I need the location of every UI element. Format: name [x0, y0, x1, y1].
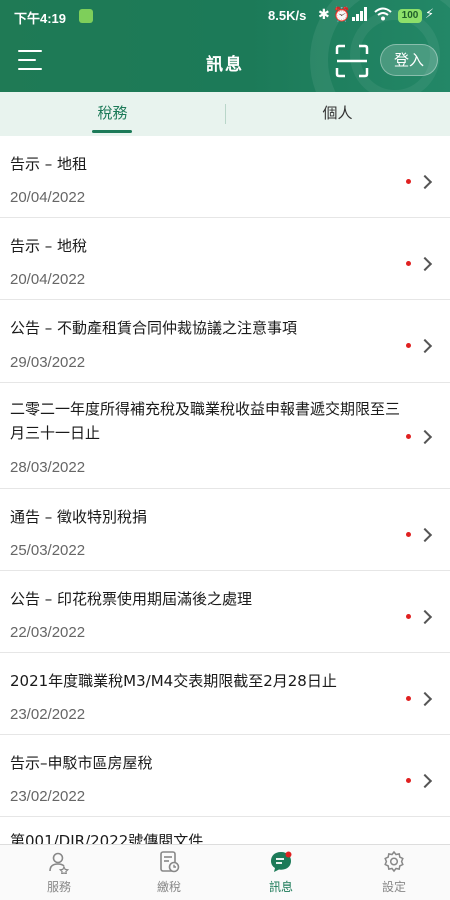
- message-date: 20/04/2022: [10, 189, 86, 206]
- message-title: 告示 – 地租: [10, 155, 88, 173]
- tax-payment-icon: [160, 851, 180, 873]
- message-date: 28/03/2022: [10, 459, 86, 476]
- unread-dot: [406, 434, 411, 439]
- tab-personal[interactable]: 個人: [225, 92, 450, 136]
- message-date: 23/02/2022: [10, 706, 86, 723]
- list-item[interactable]: 公告 – 不動產租賃合同仲裁協議之注意事項 29/03/2022: [0, 300, 450, 383]
- message-date: 25/03/2022: [10, 542, 86, 559]
- signal-icon: [352, 7, 368, 25]
- unread-dot: [406, 696, 411, 701]
- alarm-icon: ⏰: [333, 7, 351, 23]
- list-item[interactable]: 告示–申駁市區房屋稅 23/02/2022: [0, 735, 450, 817]
- chevron-right-icon: [417, 429, 433, 445]
- unread-dot: [406, 343, 411, 348]
- message-title: 通告 – 徵收特別稅捐: [10, 508, 148, 526]
- status-time: 下午4:19: [14, 11, 67, 26]
- message-date: 22/03/2022: [10, 624, 86, 641]
- message-title: 公告 – 印花稅票使用期屆滿後之處理: [10, 590, 253, 608]
- message-date: 20/04/2022: [10, 271, 86, 288]
- bottom-navigation: 服務 繳稅 訊息 設定: [0, 844, 450, 900]
- network-speed: 8.5K/s: [268, 8, 307, 23]
- tab-tax-label: 稅務: [97, 104, 128, 122]
- message-date: 29/03/2022: [10, 354, 86, 371]
- category-tabs: 稅務 個人: [0, 92, 450, 136]
- chevron-right-icon: [417, 773, 433, 789]
- notification-app-icon: [79, 9, 93, 23]
- tab-personal-label: 個人: [322, 104, 353, 122]
- battery-indicator: 100: [398, 9, 422, 23]
- list-item[interactable]: 第001/DIR/2022號傳閱文件: [0, 817, 450, 844]
- message-title: 2021年度職業稅M3/M4交表期限截至2月28日止: [10, 672, 337, 690]
- chevron-right-icon: [417, 174, 433, 190]
- message-title: 公告 – 不動產租賃合同仲裁協議之注意事項: [10, 319, 298, 337]
- charging-icon: ⚡: [425, 7, 435, 22]
- message-title: 告示–申駁市區房屋稅: [10, 754, 153, 772]
- chevron-right-icon: [417, 256, 433, 272]
- status-bar: 下午4:19 8.5K/s ✱ ⏰ 100 ⚡: [0, 0, 450, 32]
- nav-services[interactable]: 服務: [3, 845, 115, 900]
- message-list[interactable]: 告示 – 地租 20/04/2022 告示 – 地稅 20/04/2022 公告…: [0, 136, 450, 844]
- unread-dot: [406, 532, 411, 537]
- chevron-right-icon: [417, 338, 433, 354]
- person-service-icon: [49, 852, 70, 874]
- nav-label: 繳稅: [156, 880, 181, 894]
- message-date: 23/02/2022: [10, 788, 86, 805]
- list-item[interactable]: 通告 – 徵收特別稅捐 25/03/2022: [0, 489, 450, 571]
- chevron-right-icon: [417, 691, 433, 707]
- scan-button[interactable]: [334, 43, 370, 79]
- nav-label: 訊息: [268, 880, 293, 894]
- bluetooth-icon: ✱: [318, 7, 330, 23]
- message-title: 二零二一年度所得補充稅及職業稅收益申報書遞交期限至三月三十一日止: [10, 400, 401, 442]
- app-header: 下午4:19 8.5K/s ✱ ⏰ 100 ⚡ 訊息 登入: [0, 0, 450, 92]
- tab-tax[interactable]: 稅務: [0, 92, 225, 136]
- nav-label: 服務: [46, 880, 71, 894]
- nav-messages[interactable]: 訊息: [225, 845, 337, 900]
- message-title: 第001/DIR/2022號傳閱文件: [10, 832, 204, 844]
- list-item[interactable]: 二零二一年度所得補充稅及職業稅收益申報書遞交期限至三月三十一日止 28/03/2…: [0, 383, 450, 489]
- list-item[interactable]: 公告 – 印花稅票使用期屆滿後之處理 22/03/2022: [0, 571, 450, 653]
- chevron-right-icon: [417, 609, 433, 625]
- nav-settings[interactable]: 設定: [338, 845, 450, 900]
- scan-icon: [335, 44, 369, 78]
- nav-label: 設定: [381, 880, 406, 894]
- list-item[interactable]: 告示 – 地租 20/04/2022: [0, 136, 450, 218]
- login-button[interactable]: 登入: [380, 44, 438, 76]
- list-item[interactable]: 2021年度職業稅M3/M4交表期限截至2月28日止 23/02/2022: [0, 653, 450, 735]
- gear-icon: [384, 850, 404, 873]
- unread-dot: [406, 261, 411, 266]
- nav-tax-payment[interactable]: 繳稅: [113, 845, 225, 900]
- list-item[interactable]: 告示 – 地稅 20/04/2022: [0, 218, 450, 300]
- message-icon: [271, 851, 292, 872]
- active-tab-indicator: [92, 130, 132, 133]
- unread-dot: [406, 614, 411, 619]
- unread-dot: [406, 778, 411, 783]
- unread-dot: [406, 179, 411, 184]
- message-title: 告示 – 地稅: [10, 237, 88, 255]
- chevron-right-icon: [417, 527, 433, 543]
- wifi-icon: [374, 7, 392, 25]
